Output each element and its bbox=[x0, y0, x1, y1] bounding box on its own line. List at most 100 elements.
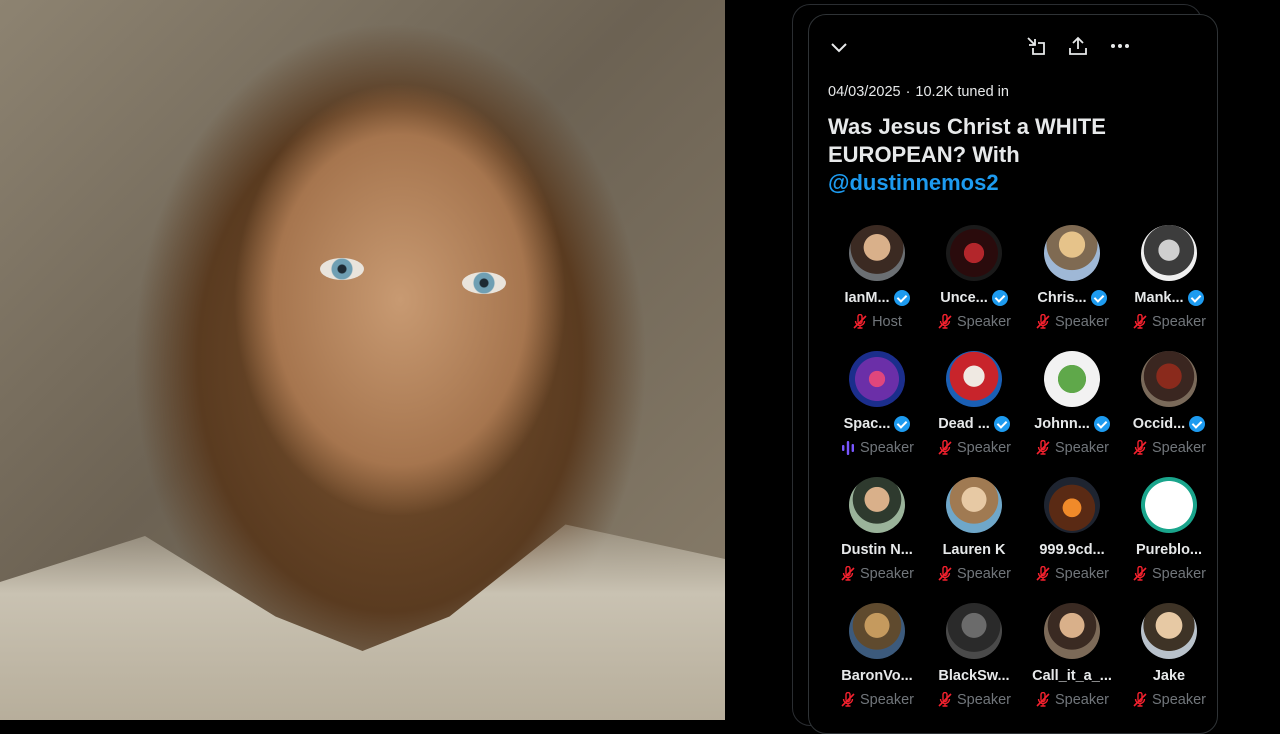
space-meta: 04/03/2025 · 10.2K tuned in bbox=[828, 84, 1009, 100]
verified-badge-icon bbox=[894, 416, 911, 432]
mic-muted-icon bbox=[1133, 440, 1147, 455]
participant-tile[interactable]: Mank... Speaker bbox=[1120, 223, 1218, 333]
portrait-robe bbox=[0, 524, 725, 720]
participant-name-row: 999.9cd... bbox=[1023, 541, 1121, 559]
participant-role-row: Speaker bbox=[1120, 439, 1218, 457]
participant-name: Mank... bbox=[1134, 290, 1184, 306]
avatar[interactable] bbox=[849, 477, 905, 533]
avatar[interactable] bbox=[946, 477, 1002, 533]
participant-name-row: BaronVo... bbox=[828, 667, 926, 685]
mic-muted-icon bbox=[841, 692, 855, 707]
participant-name: Chris... bbox=[1037, 290, 1087, 306]
mic-muted-icon bbox=[1133, 314, 1147, 329]
chevron-down-icon[interactable] bbox=[829, 37, 849, 57]
participant-role-row: Host bbox=[828, 313, 926, 331]
avatar[interactable] bbox=[1044, 477, 1100, 533]
participant-role: Speaker bbox=[1054, 692, 1109, 708]
participant-role: Speaker bbox=[859, 692, 914, 708]
avatar[interactable] bbox=[1044, 603, 1100, 659]
participant-tile[interactable]: Dustin N... Speaker bbox=[828, 475, 926, 585]
participant-name-row: Mank... bbox=[1120, 289, 1218, 307]
participant-name: Lauren K bbox=[942, 542, 1006, 558]
minimize-icon[interactable] bbox=[1025, 35, 1047, 57]
participant-role: Speaker bbox=[859, 566, 914, 582]
mention-link[interactable]: @dustinnemos2 bbox=[828, 169, 1158, 197]
participant-role: Speaker bbox=[956, 440, 1011, 456]
avatar[interactable] bbox=[1141, 225, 1197, 281]
verified-badge-icon bbox=[893, 290, 910, 306]
participant-role-row: Speaker bbox=[1023, 439, 1121, 457]
title-line-2: EUROPEAN? With bbox=[828, 142, 1020, 167]
participant-name-row: Johnn... bbox=[1023, 415, 1121, 433]
participant-name-row: Unce... bbox=[925, 289, 1023, 307]
participant-name: Unce... bbox=[940, 290, 988, 306]
participant-tile[interactable]: Pureblo... Speaker bbox=[1120, 475, 1218, 585]
mic-muted-icon bbox=[853, 314, 867, 329]
avatar[interactable] bbox=[849, 225, 905, 281]
avatar[interactable] bbox=[1141, 603, 1197, 659]
participant-name: Dead ... bbox=[938, 416, 990, 432]
participant-tile[interactable]: Call_it_a_... Speaker bbox=[1023, 601, 1121, 711]
verified-badge-icon bbox=[1189, 416, 1206, 432]
space-card: 04/03/2025 · 10.2K tuned in Was Jesus Chri… bbox=[808, 14, 1218, 734]
avatar[interactable] bbox=[849, 351, 905, 407]
avatar[interactable] bbox=[1044, 225, 1100, 281]
avatar[interactable] bbox=[1044, 351, 1100, 407]
participant-tile[interactable]: IanM... Host bbox=[828, 223, 926, 333]
verified-badge-icon bbox=[1093, 416, 1110, 432]
participant-tile[interactable]: Spac... Speaker bbox=[828, 349, 926, 459]
participant-tile[interactable]: BlackSw... Speaker bbox=[925, 601, 1023, 711]
participant-tile[interactable]: Chris... Speaker bbox=[1023, 223, 1121, 333]
avatar[interactable] bbox=[946, 351, 1002, 407]
verified-badge-icon bbox=[1187, 290, 1204, 306]
participant-role-row: Speaker bbox=[828, 565, 926, 583]
share-icon[interactable] bbox=[1067, 35, 1089, 57]
participant-role-row: Speaker bbox=[925, 439, 1023, 457]
participant-tile[interactable]: BaronVo... Speaker bbox=[828, 601, 926, 711]
participant-name-row: Pureblo... bbox=[1120, 541, 1218, 559]
participant-name: Pureblo... bbox=[1135, 542, 1203, 558]
verified-badge-icon bbox=[993, 416, 1010, 432]
participant-role-row: Speaker bbox=[1120, 313, 1218, 331]
participant-role: Speaker bbox=[956, 314, 1011, 330]
participant-role: Speaker bbox=[1151, 314, 1206, 330]
participant-name: Johnn... bbox=[1034, 416, 1090, 432]
participant-role: Speaker bbox=[956, 566, 1011, 582]
participant-name: Occid... bbox=[1132, 416, 1186, 432]
mic-muted-icon bbox=[1036, 566, 1050, 581]
mic-muted-icon bbox=[1036, 692, 1050, 707]
participant-tile[interactable]: 999.9cd... Speaker bbox=[1023, 475, 1121, 585]
participant-name: BaronVo... bbox=[841, 668, 913, 684]
participant-name: Dustin N... bbox=[841, 542, 913, 558]
mic-muted-icon bbox=[938, 440, 952, 455]
mic-muted-icon bbox=[1036, 440, 1050, 455]
verified-badge-icon bbox=[1090, 290, 1107, 306]
portrait-right-eye bbox=[462, 272, 506, 294]
participant-tile[interactable]: Unce... Speaker bbox=[925, 223, 1023, 333]
participant-name-row: Chris... bbox=[1023, 289, 1121, 307]
participant-role: Speaker bbox=[956, 692, 1011, 708]
participant-role-row: Speaker bbox=[925, 313, 1023, 331]
participant-role: Speaker bbox=[1151, 692, 1206, 708]
meta-separator: · bbox=[905, 84, 911, 100]
participant-tile[interactable]: Dead ... Speaker bbox=[925, 349, 1023, 459]
participant-tile[interactable]: Occid... Speaker bbox=[1120, 349, 1218, 459]
avatar[interactable] bbox=[849, 603, 905, 659]
participant-name-row: IanM... bbox=[828, 289, 926, 307]
avatar[interactable] bbox=[946, 603, 1002, 659]
verified-badge-icon bbox=[991, 290, 1008, 306]
participant-name: Jake bbox=[1152, 668, 1186, 684]
speaking-wave-icon bbox=[841, 441, 854, 455]
participant-tile[interactable]: Jake Speaker bbox=[1120, 601, 1218, 711]
avatar[interactable] bbox=[1141, 351, 1197, 407]
participant-name-row: Dustin N... bbox=[828, 541, 926, 559]
participant-tile[interactable]: Johnn... Speaker bbox=[1023, 349, 1121, 459]
avatar[interactable] bbox=[1141, 477, 1197, 533]
mic-muted-icon bbox=[1133, 566, 1147, 581]
avatar[interactable] bbox=[946, 225, 1002, 281]
participant-name-row: BlackSw... bbox=[925, 667, 1023, 685]
participant-role: Speaker bbox=[1054, 314, 1109, 330]
title-line-1: Was Jesus Christ a WHITE bbox=[828, 114, 1106, 139]
participant-tile[interactable]: Lauren K Speaker bbox=[925, 475, 1023, 585]
more-icon[interactable] bbox=[1109, 35, 1131, 57]
